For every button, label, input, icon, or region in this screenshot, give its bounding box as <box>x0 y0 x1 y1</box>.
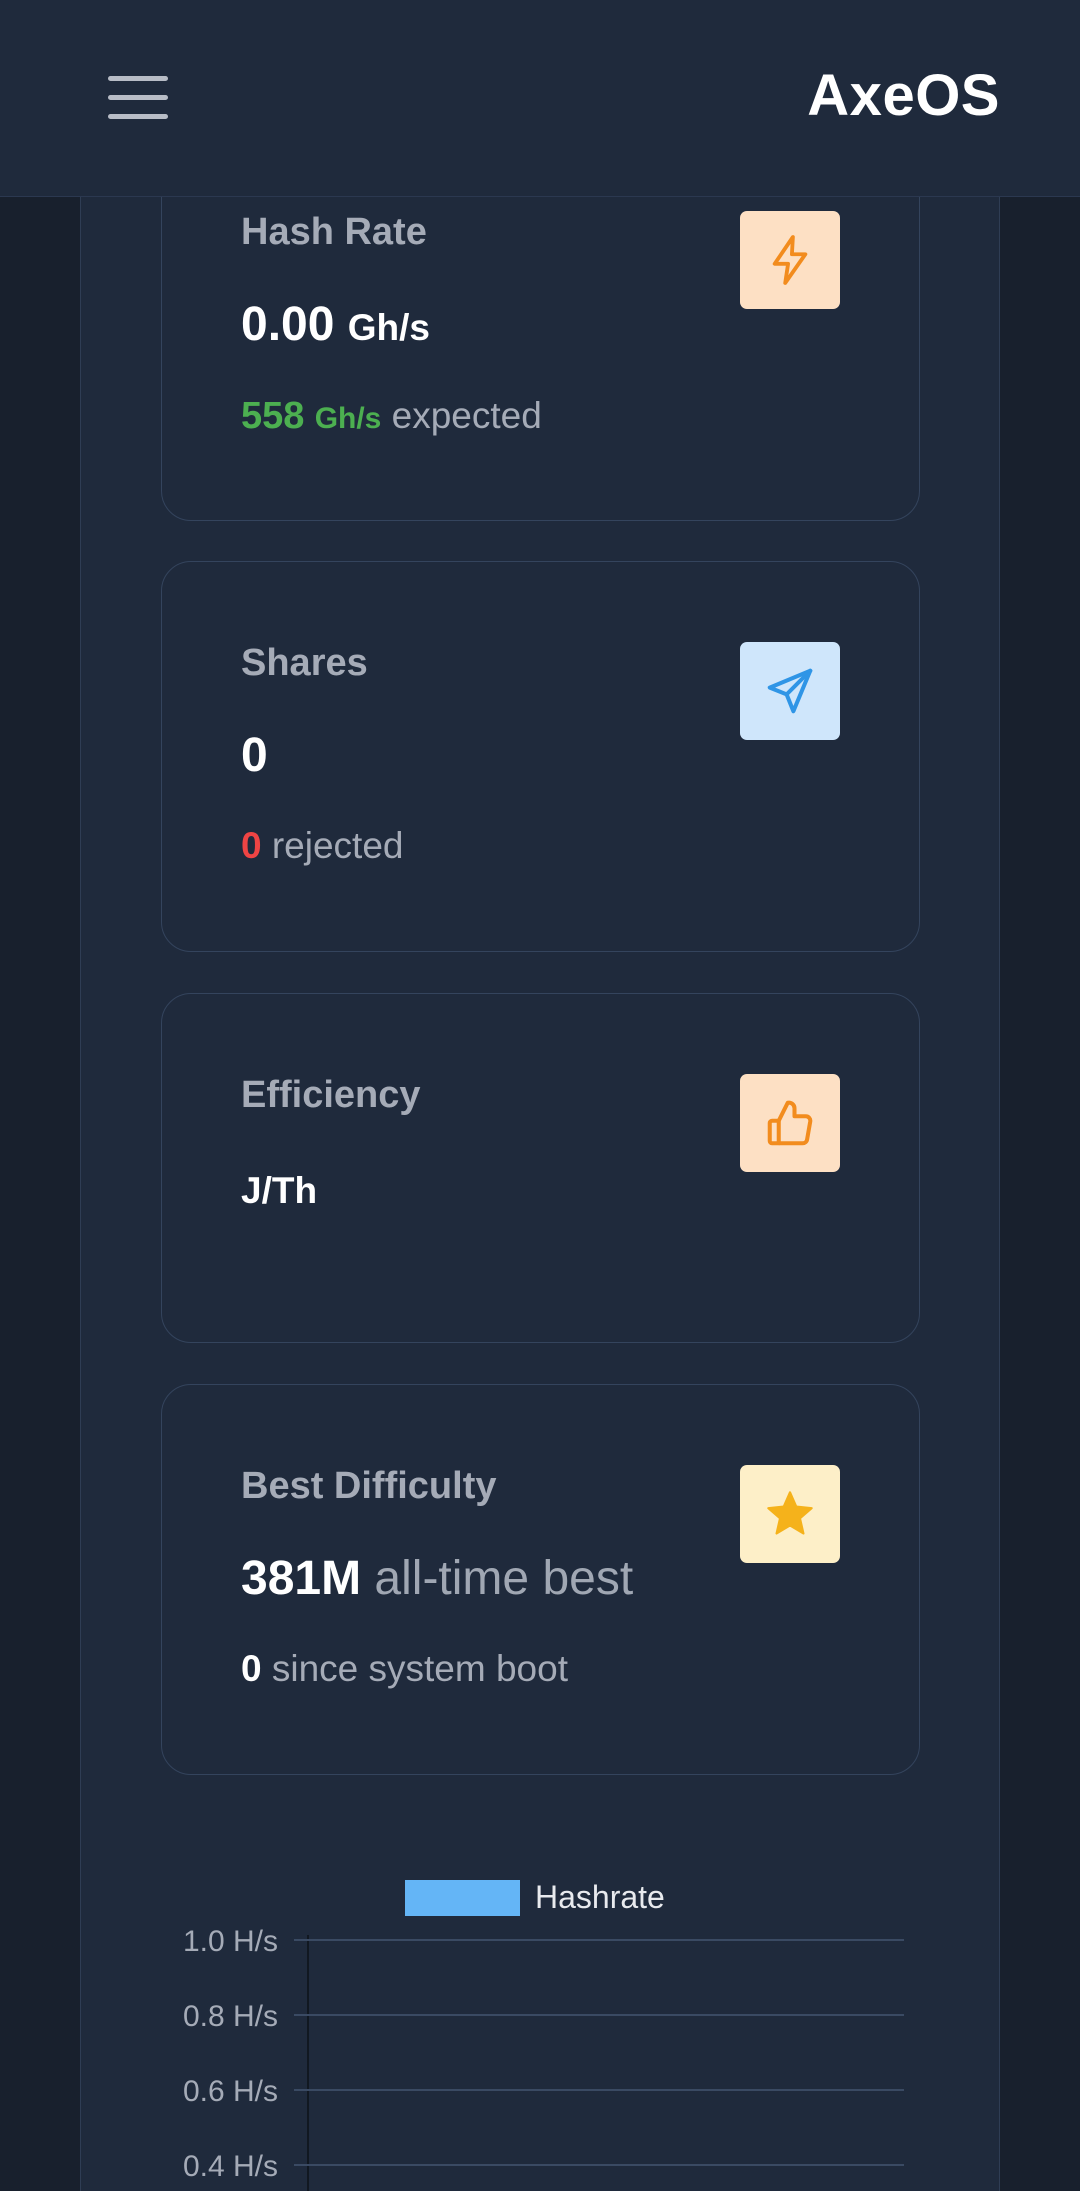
hash-rate-expected: 558 Gh/s expected <box>241 395 542 438</box>
top-bar: AxeOS <box>0 0 1080 197</box>
y-tick-label: 0.8 H/s <box>183 2000 278 2033</box>
chart-legend[interactable]: Hashrate <box>405 1879 665 1916</box>
efficiency-unit: J/Th <box>241 1170 318 1211</box>
expected-value: 558 <box>241 395 305 437</box>
legend-label-hashrate: Hashrate <box>535 1879 665 1915</box>
efficiency-label: Efficiency <box>241 1074 421 1116</box>
hash-rate-unit: Gh/s <box>347 307 431 348</box>
shares-value: 0 <box>241 729 268 782</box>
y-tick-label: 0.4 H/s <box>183 2150 278 2183</box>
star-icon <box>740 1465 840 1563</box>
app-title: AxeOS <box>807 63 1000 128</box>
expected-unit: Gh/s <box>314 402 382 435</box>
lightning-icon <box>740 211 840 309</box>
chart-grid <box>294 1939 904 2166</box>
shares-card: Shares 0 0 rejected <box>161 561 920 952</box>
legend-swatch-hashrate <box>405 1880 520 1916</box>
rejected-suffix: rejected <box>271 825 404 866</box>
best-difficulty-number: 381M <box>241 1552 362 1605</box>
shares-label: Shares <box>241 642 368 684</box>
best-difficulty-suffix: all-time best <box>374 1552 634 1605</box>
send-icon <box>740 642 840 740</box>
rejected-value: 0 <box>241 825 262 866</box>
chart-y-ticks: 1.0 H/s 0.8 H/s 0.6 H/s 0.4 H/s <box>183 1925 278 2183</box>
thumbs-up-icon <box>740 1074 840 1172</box>
hash-rate-number: 0.00 <box>241 298 335 351</box>
page: AxeOS Hash Rate 0.00 Gh/s 558 Gh/s expec… <box>0 0 1080 2191</box>
hash-rate-label: Hash Rate <box>241 211 427 253</box>
menu-icon[interactable] <box>108 76 168 120</box>
hashrate-chart: Hashrate 1.0 H/s 0.8 H/s 0.6 H/s 0.4 H/s <box>183 1879 904 2191</box>
best-difficulty-label: Best Difficulty <box>241 1465 497 1507</box>
efficiency-value: J/Th <box>241 1170 317 1212</box>
expected-suffix: expected <box>391 395 542 436</box>
y-tick-label: 0.6 H/s <box>183 2075 278 2108</box>
y-tick-label: 1.0 H/s <box>183 1925 278 1958</box>
shares-rejected: 0 rejected <box>241 825 404 867</box>
best-difficulty-value: 381M all-time best <box>241 1551 633 1606</box>
since-boot-value: 0 <box>241 1648 262 1689</box>
hash-rate-value: 0.00 Gh/s <box>241 297 430 352</box>
best-difficulty-card: Best Difficulty 381M all-time best 0 sin… <box>161 1384 920 1775</box>
efficiency-card: Efficiency J/Th <box>161 993 920 1343</box>
since-boot-suffix: since system boot <box>271 1648 568 1689</box>
best-difficulty-since-boot: 0 since system boot <box>241 1648 568 1690</box>
